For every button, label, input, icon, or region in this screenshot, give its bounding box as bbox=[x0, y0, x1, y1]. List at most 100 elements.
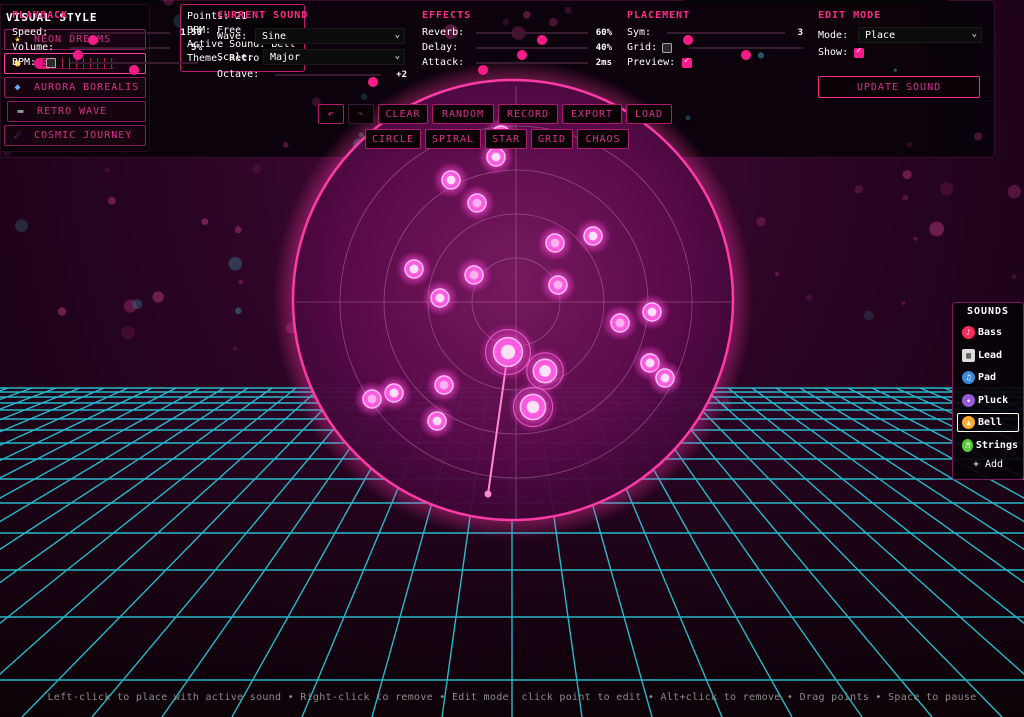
grid-checkbox[interactable] bbox=[662, 42, 672, 53]
volume-slider[interactable] bbox=[70, 47, 170, 60]
particle bbox=[902, 170, 912, 180]
clear-button[interactable]: CLEAR bbox=[378, 104, 428, 124]
attack-row: Attack: 2ms bbox=[422, 55, 612, 75]
particle bbox=[163, 0, 174, 6]
scale-row: Scale: Major ⌄ bbox=[217, 47, 407, 67]
spiral-pattern-button[interactable]: SPIRAL bbox=[425, 129, 481, 149]
reverb-value: 60% bbox=[595, 27, 612, 38]
attack-slider-thumb[interactable] bbox=[478, 65, 489, 75]
particle bbox=[756, 216, 766, 227]
particle bbox=[132, 299, 143, 310]
chaos-pattern-button[interactable]: CHAOS bbox=[577, 129, 629, 149]
chevron-down-icon: ⌄ bbox=[394, 51, 400, 61]
edit-mode-title: EDIT MODE bbox=[818, 10, 882, 21]
random-button[interactable]: RANDOM bbox=[432, 104, 494, 124]
sound-point[interactable] bbox=[396, 251, 432, 287]
sound-item-bass[interactable]: ♪ Bass bbox=[957, 323, 1019, 342]
strings-icon: ♬ bbox=[962, 438, 973, 452]
volume-label: Volume: bbox=[12, 42, 55, 53]
style-item-label: COSMIC JOURNEY bbox=[34, 130, 133, 141]
circle-pattern-button[interactable]: CIRCLE bbox=[365, 129, 421, 149]
sound-point[interactable] bbox=[426, 367, 462, 403]
action-toolbar: ↶ ↷ CLEAR RANDOM RECORD EXPORT LOAD bbox=[318, 104, 672, 124]
octave-value: +2 bbox=[396, 69, 407, 80]
sound-point[interactable] bbox=[540, 267, 576, 303]
sound-point[interactable] bbox=[456, 257, 492, 293]
sym-slider[interactable] bbox=[667, 32, 785, 45]
delay-slider[interactable] bbox=[476, 47, 588, 60]
sound-point[interactable] bbox=[575, 218, 611, 254]
particle bbox=[685, 115, 691, 121]
wave-row: Wave: Sine ⌄ bbox=[217, 25, 407, 47]
octave-slider[interactable] bbox=[275, 74, 381, 87]
particle bbox=[929, 221, 945, 237]
sound-item-bell[interactable]: ▲ Bell bbox=[957, 413, 1019, 433]
sound-point[interactable] bbox=[647, 360, 683, 396]
redo-button[interactable]: ↷ bbox=[348, 104, 374, 124]
load-button[interactable]: LOAD bbox=[626, 104, 672, 124]
playback-title: PLAYBACK bbox=[12, 10, 69, 21]
sound-point[interactable] bbox=[422, 280, 458, 316]
bpm-slider-thumb[interactable] bbox=[129, 65, 139, 75]
sound-point[interactable] bbox=[459, 185, 495, 221]
sound-item-pad[interactable]: ♫ Pad bbox=[957, 368, 1019, 387]
sound-point[interactable] bbox=[602, 305, 638, 341]
sound-item-label: Bell bbox=[978, 417, 1003, 429]
grid-pattern-button[interactable]: GRID bbox=[531, 129, 573, 149]
pad-icon: ♫ bbox=[962, 371, 975, 385]
sound-item-label: Pad bbox=[978, 372, 997, 384]
particle bbox=[1007, 184, 1021, 199]
sym-row: Sym: 3 bbox=[627, 25, 803, 45]
sound-point[interactable] bbox=[419, 403, 455, 439]
help-text: Left-click to place with active sound • … bbox=[47, 692, 977, 703]
particle bbox=[104, 167, 111, 173]
sound-point[interactable] bbox=[537, 225, 573, 261]
particle bbox=[1011, 274, 1017, 280]
effects-title: EFFECTS bbox=[422, 10, 472, 21]
grid-row: Grid: bbox=[627, 40, 803, 60]
particle bbox=[107, 196, 116, 205]
show-checkbox[interactable] bbox=[854, 46, 864, 58]
sound-item-strings[interactable]: ♬ Strings bbox=[957, 436, 1019, 455]
style-item-cosmic-journey[interactable]: ☄ COSMIC JOURNEY bbox=[4, 125, 146, 146]
preview-checkbox[interactable] bbox=[682, 56, 692, 68]
export-button[interactable]: EXPORT bbox=[562, 104, 622, 124]
update-sound-button[interactable]: UPDATE SOUND bbox=[818, 76, 980, 98]
add-sound-button[interactable]: + Add bbox=[957, 459, 1019, 470]
sounds-title: SOUNDS bbox=[966, 306, 1010, 317]
top-bar-right bbox=[684, 0, 948, 3]
bass-icon: ♪ bbox=[962, 326, 975, 339]
preview-label: Preview: bbox=[627, 57, 676, 68]
particle bbox=[121, 326, 135, 340]
record-button[interactable]: RECORD bbox=[498, 104, 558, 124]
reverb-slider[interactable] bbox=[476, 32, 588, 45]
sound-item-label: Pluck bbox=[978, 394, 1009, 406]
bpm-slider[interactable] bbox=[70, 62, 198, 75]
undo-button[interactable]: ↶ bbox=[318, 104, 344, 124]
sound-point[interactable] bbox=[354, 381, 390, 417]
sound-point[interactable] bbox=[634, 294, 670, 330]
bpm-checkbox[interactable] bbox=[46, 57, 56, 68]
speed-slider[interactable] bbox=[70, 32, 170, 45]
sound-item-pluck[interactable]: ✦ Pluck bbox=[957, 391, 1019, 410]
sound-item-lead[interactable]: ▥ Lead bbox=[957, 346, 1019, 365]
sound-point[interactable] bbox=[507, 381, 559, 433]
attack-slider[interactable] bbox=[476, 62, 588, 75]
particle bbox=[234, 226, 242, 234]
particle bbox=[252, 164, 262, 174]
wave-select[interactable]: Sine ⌄ bbox=[255, 28, 405, 44]
particle bbox=[57, 307, 67, 316]
style-item-retro-wave[interactable]: ▬ RETRO WAVE bbox=[7, 101, 146, 122]
playback-section: PLAYBACK Speed: 1.50 Volume: 5% BPM: bbox=[12, 10, 202, 90]
style-item-label: RETRO WAVE bbox=[37, 106, 108, 117]
sound-item-label: Bass bbox=[978, 327, 1003, 338]
star-pattern-button[interactable]: STAR bbox=[485, 129, 527, 149]
grid-size-slider[interactable] bbox=[689, 47, 803, 60]
octave-slider-thumb[interactable] bbox=[368, 77, 379, 87]
sym-value: 3 bbox=[797, 27, 803, 38]
placement-section: PLACEMENT Sym: 3 Grid: Preview: bbox=[627, 10, 803, 90]
mode-select[interactable]: Place ⌄ bbox=[858, 27, 982, 43]
scale-select[interactable]: Major ⌄ bbox=[263, 49, 405, 65]
sound-item-label: Lead bbox=[978, 349, 1003, 361]
attack-label: Attack: bbox=[422, 57, 465, 68]
